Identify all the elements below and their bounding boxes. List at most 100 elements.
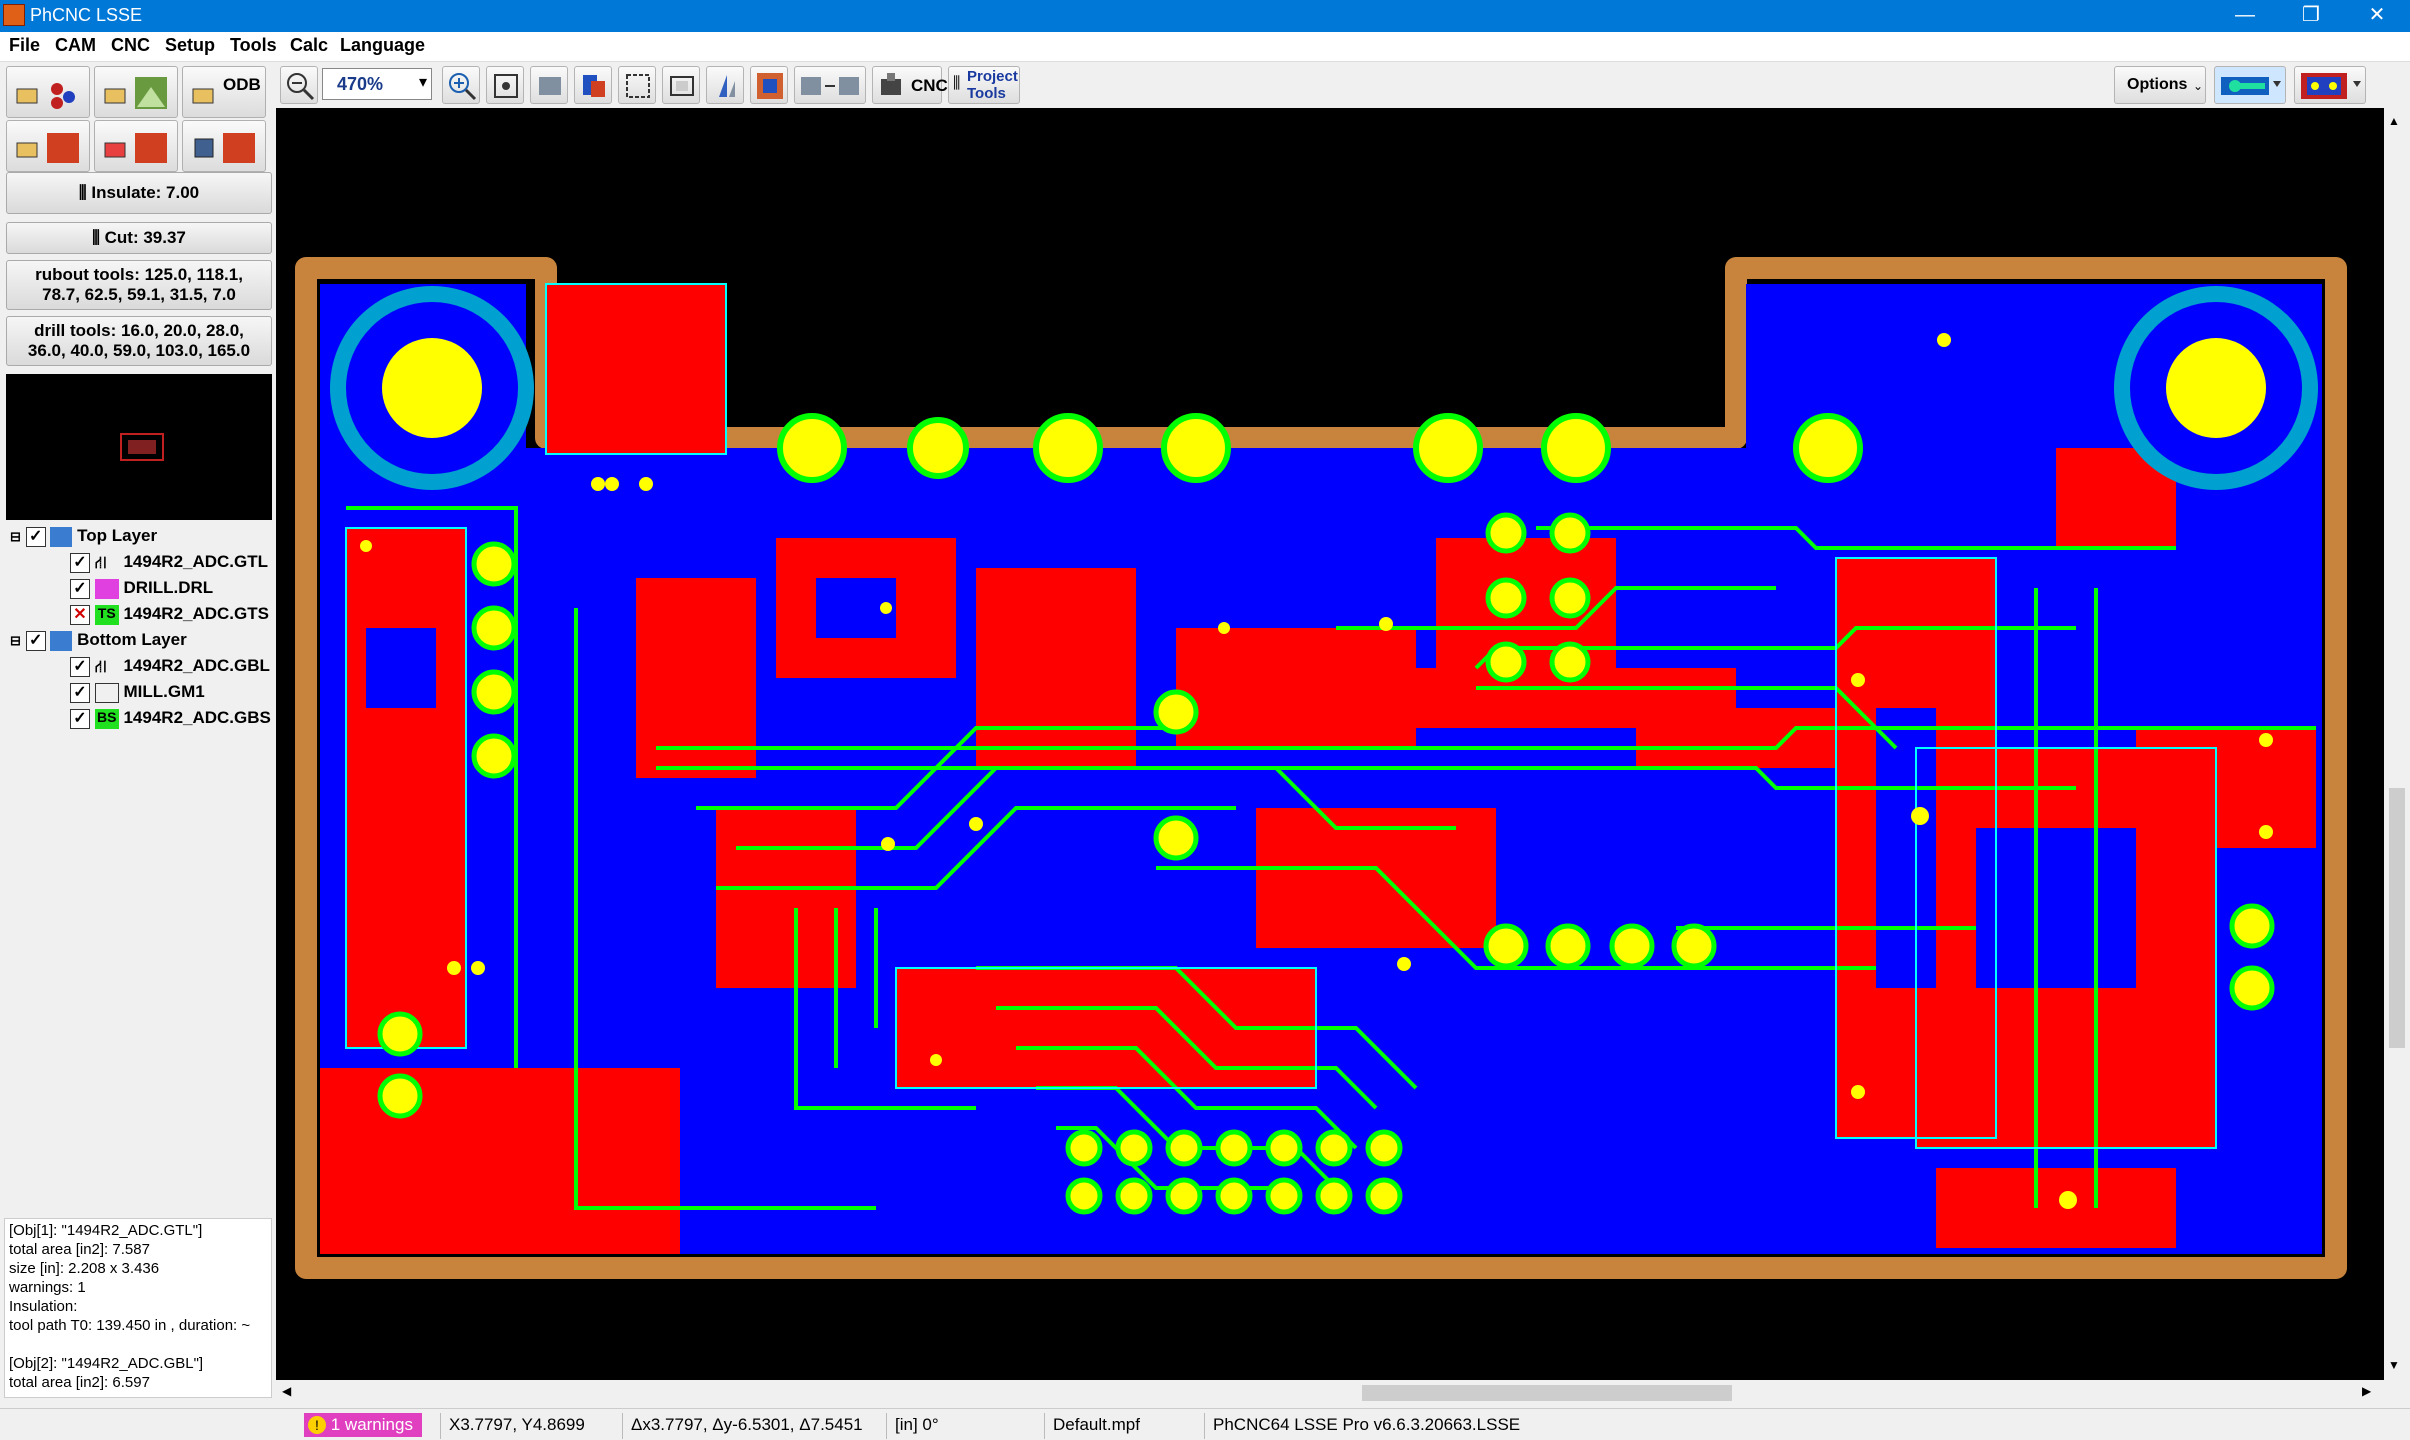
drill-layer-icon — [94, 578, 119, 599]
options-button[interactable]: Options ⌄ — [2114, 66, 2206, 104]
copper-layer-icon: ⛙ — [94, 552, 107, 572]
restore-button[interactable]: ❐ — [2278, 0, 2344, 32]
endmill-icon: ⫼ — [78, 183, 92, 202]
horizontal-scroll-thumb[interactable] — [1362, 1385, 1732, 1401]
select-button[interactable] — [618, 66, 656, 104]
drl-filename: DRILL.DRL — [123, 578, 214, 597]
menu-tools[interactable]: Tools — [230, 35, 277, 56]
layer-file-drl[interactable]: ✓ DRILL.DRL — [70, 578, 213, 599]
insulate-tool-button[interactable]: ⫼ Insulate: 7.00 — [6, 172, 272, 214]
layer-file-gtl[interactable]: ✓ ⛙ 1494R2_ADC.GTL — [70, 552, 268, 573]
open-gerber-button[interactable] — [6, 66, 90, 118]
pcb-view-button[interactable] — [2294, 66, 2366, 104]
zoom-select[interactable]: 470% ▾ — [322, 68, 432, 100]
drill-line-2: 36.0, 40.0, 59.0, 103.0, 165.0 — [27, 341, 251, 360]
scroll-left-icon[interactable]: ◀ — [282, 1384, 291, 1398]
add-project-button[interactable] — [94, 120, 178, 172]
zoom-out-button[interactable] — [280, 66, 318, 104]
menu-calc[interactable]: Calc — [290, 35, 328, 56]
drill-tools-button[interactable]: drill tools: 16.0, 20.0, 28.0, 36.0, 40.… — [6, 316, 272, 366]
cut-tool-button[interactable]: ⫼ Cut: 39.37 — [6, 222, 272, 254]
insulate-label: Insulate: 7.00 — [91, 183, 200, 202]
display-mode-button[interactable] — [2214, 66, 2286, 104]
menu-bar: File CAM CNC Setup Tools Calc Language — [0, 32, 2410, 62]
gts-checkbox[interactable]: ✕ — [70, 604, 90, 625]
pcb-canvas[interactable] — [276, 108, 2384, 1380]
menu-cam[interactable]: CAM — [55, 35, 96, 56]
frame-icon — [670, 76, 694, 96]
select-icon — [626, 74, 650, 98]
measure-button[interactable] — [530, 66, 568, 104]
drl-checkbox[interactable]: ✓ — [70, 578, 90, 599]
gm1-checkbox[interactable]: ✓ — [70, 682, 90, 703]
vertical-scrollbar[interactable]: ▲ ▼ — [2384, 108, 2410, 1380]
open-image-button[interactable] — [94, 66, 178, 118]
warnings-text: 1 warnings — [330, 1415, 413, 1434]
tree-bottom-layer[interactable]: ⊟ ✓ Bottom Layer — [10, 630, 187, 651]
rubout-tools-button[interactable]: rubout tools: 125.0, 118.1, 78.7, 62.5, … — [6, 260, 272, 310]
transfer-button[interactable] — [794, 66, 866, 104]
cursor-delta: Δx3.7797, Δy-6.5301, Δ7.5451 — [622, 1413, 884, 1439]
layer-stack-icon — [50, 526, 73, 547]
copper-layer-icon: ⛙ — [94, 656, 107, 676]
info-line: Insulation: — [9, 1298, 78, 1315]
layer-file-gbl[interactable]: ✓ ⛙ 1494R2_ADC.GBL — [70, 656, 270, 677]
options-label: Options — [2127, 76, 2188, 93]
fit-view-button[interactable] — [486, 66, 524, 104]
gm1-filename: MILL.GM1 — [123, 682, 205, 701]
board-view-button[interactable] — [750, 66, 788, 104]
zoom-out-icon — [287, 73, 315, 101]
horizontal-scrollbar[interactable]: ◀ ▶ — [276, 1380, 2384, 1406]
mirror-button[interactable] — [706, 66, 744, 104]
save-project-icon — [194, 133, 255, 163]
soldermask-ts-icon: TS — [94, 604, 119, 625]
overview-minimap[interactable] — [6, 374, 272, 520]
cnc-label: CNC — [911, 76, 948, 95]
frame-button[interactable] — [662, 66, 700, 104]
menu-language[interactable]: Language — [340, 35, 425, 56]
gbl-checkbox[interactable]: ✓ — [70, 656, 90, 677]
menu-cnc[interactable]: CNC — [111, 35, 150, 56]
layer-view-button[interactable] — [574, 66, 612, 104]
fit-view-icon — [494, 74, 518, 98]
menu-setup[interactable]: Setup — [165, 35, 215, 56]
close-button[interactable]: ✕ — [2344, 0, 2410, 32]
vertical-scroll-thumb[interactable] — [2389, 788, 2405, 1048]
save-project-button[interactable] — [182, 120, 266, 172]
chevron-down-icon: ▾ — [418, 74, 427, 91]
warning-icon: ! — [308, 1416, 326, 1434]
warnings-badge[interactable]: ! 1 warnings — [304, 1413, 422, 1437]
chevron-down-icon: ⌄ — [2193, 79, 2204, 93]
bottom-layer-checkbox[interactable]: ✓ — [25, 630, 46, 651]
board-view-icon — [757, 73, 783, 99]
layer-file-gm1[interactable]: ✓ MILL.GM1 — [70, 682, 205, 703]
rubout-line-1: rubout tools: 125.0, 118.1, — [35, 265, 243, 284]
units-angle: [in] 0° — [886, 1413, 966, 1439]
open-odb-button[interactable]: ODB — [182, 66, 266, 118]
layer-file-gts[interactable]: ✕ TS 1494R2_ADC.GTS — [70, 604, 269, 625]
layer-file-gbs[interactable]: ✓ BS 1494R2_ADC.GBS — [70, 708, 271, 729]
gbl-filename: 1494R2_ADC.GBL — [123, 656, 270, 675]
minimize-button[interactable]: — — [2212, 0, 2278, 32]
endmill-icon: ⫼ — [953, 75, 961, 92]
project-tools-button[interactable]: ⫼ Project Tools — [948, 66, 1020, 104]
bottom-layer-label: Bottom Layer — [77, 630, 187, 649]
zoom-in-button[interactable] — [442, 66, 480, 104]
minimap-preview — [120, 433, 164, 461]
title-bar: PhCNC LSSE — ❐ ✕ — [0, 0, 2410, 32]
scroll-down-icon[interactable]: ▼ — [2388, 1358, 2400, 1372]
soldermask-bs-icon: BS — [94, 708, 119, 729]
project-tools-line-2: Tools — [967, 85, 1006, 102]
gtl-filename: 1494R2_ADC.GTL — [123, 552, 269, 571]
scroll-up-icon[interactable]: ▲ — [2388, 114, 2400, 128]
tree-top-layer[interactable]: ⊟ ✓ Top Layer — [10, 526, 157, 547]
menu-file[interactable]: File — [9, 35, 40, 56]
info-line: size [in]: 2.208 x 3.436 — [9, 1260, 160, 1277]
top-layer-checkbox[interactable]: ✓ — [25, 526, 46, 547]
open-project-button[interactable] — [6, 120, 90, 172]
gtl-checkbox[interactable]: ✓ — [70, 552, 90, 573]
gbs-checkbox[interactable]: ✓ — [70, 708, 90, 729]
info-line: tool path T0: 139.450 in , duration: ~ — [9, 1317, 251, 1334]
cnc-button[interactable]: CNC — [872, 66, 948, 104]
scroll-right-icon[interactable]: ▶ — [2362, 1384, 2371, 1398]
